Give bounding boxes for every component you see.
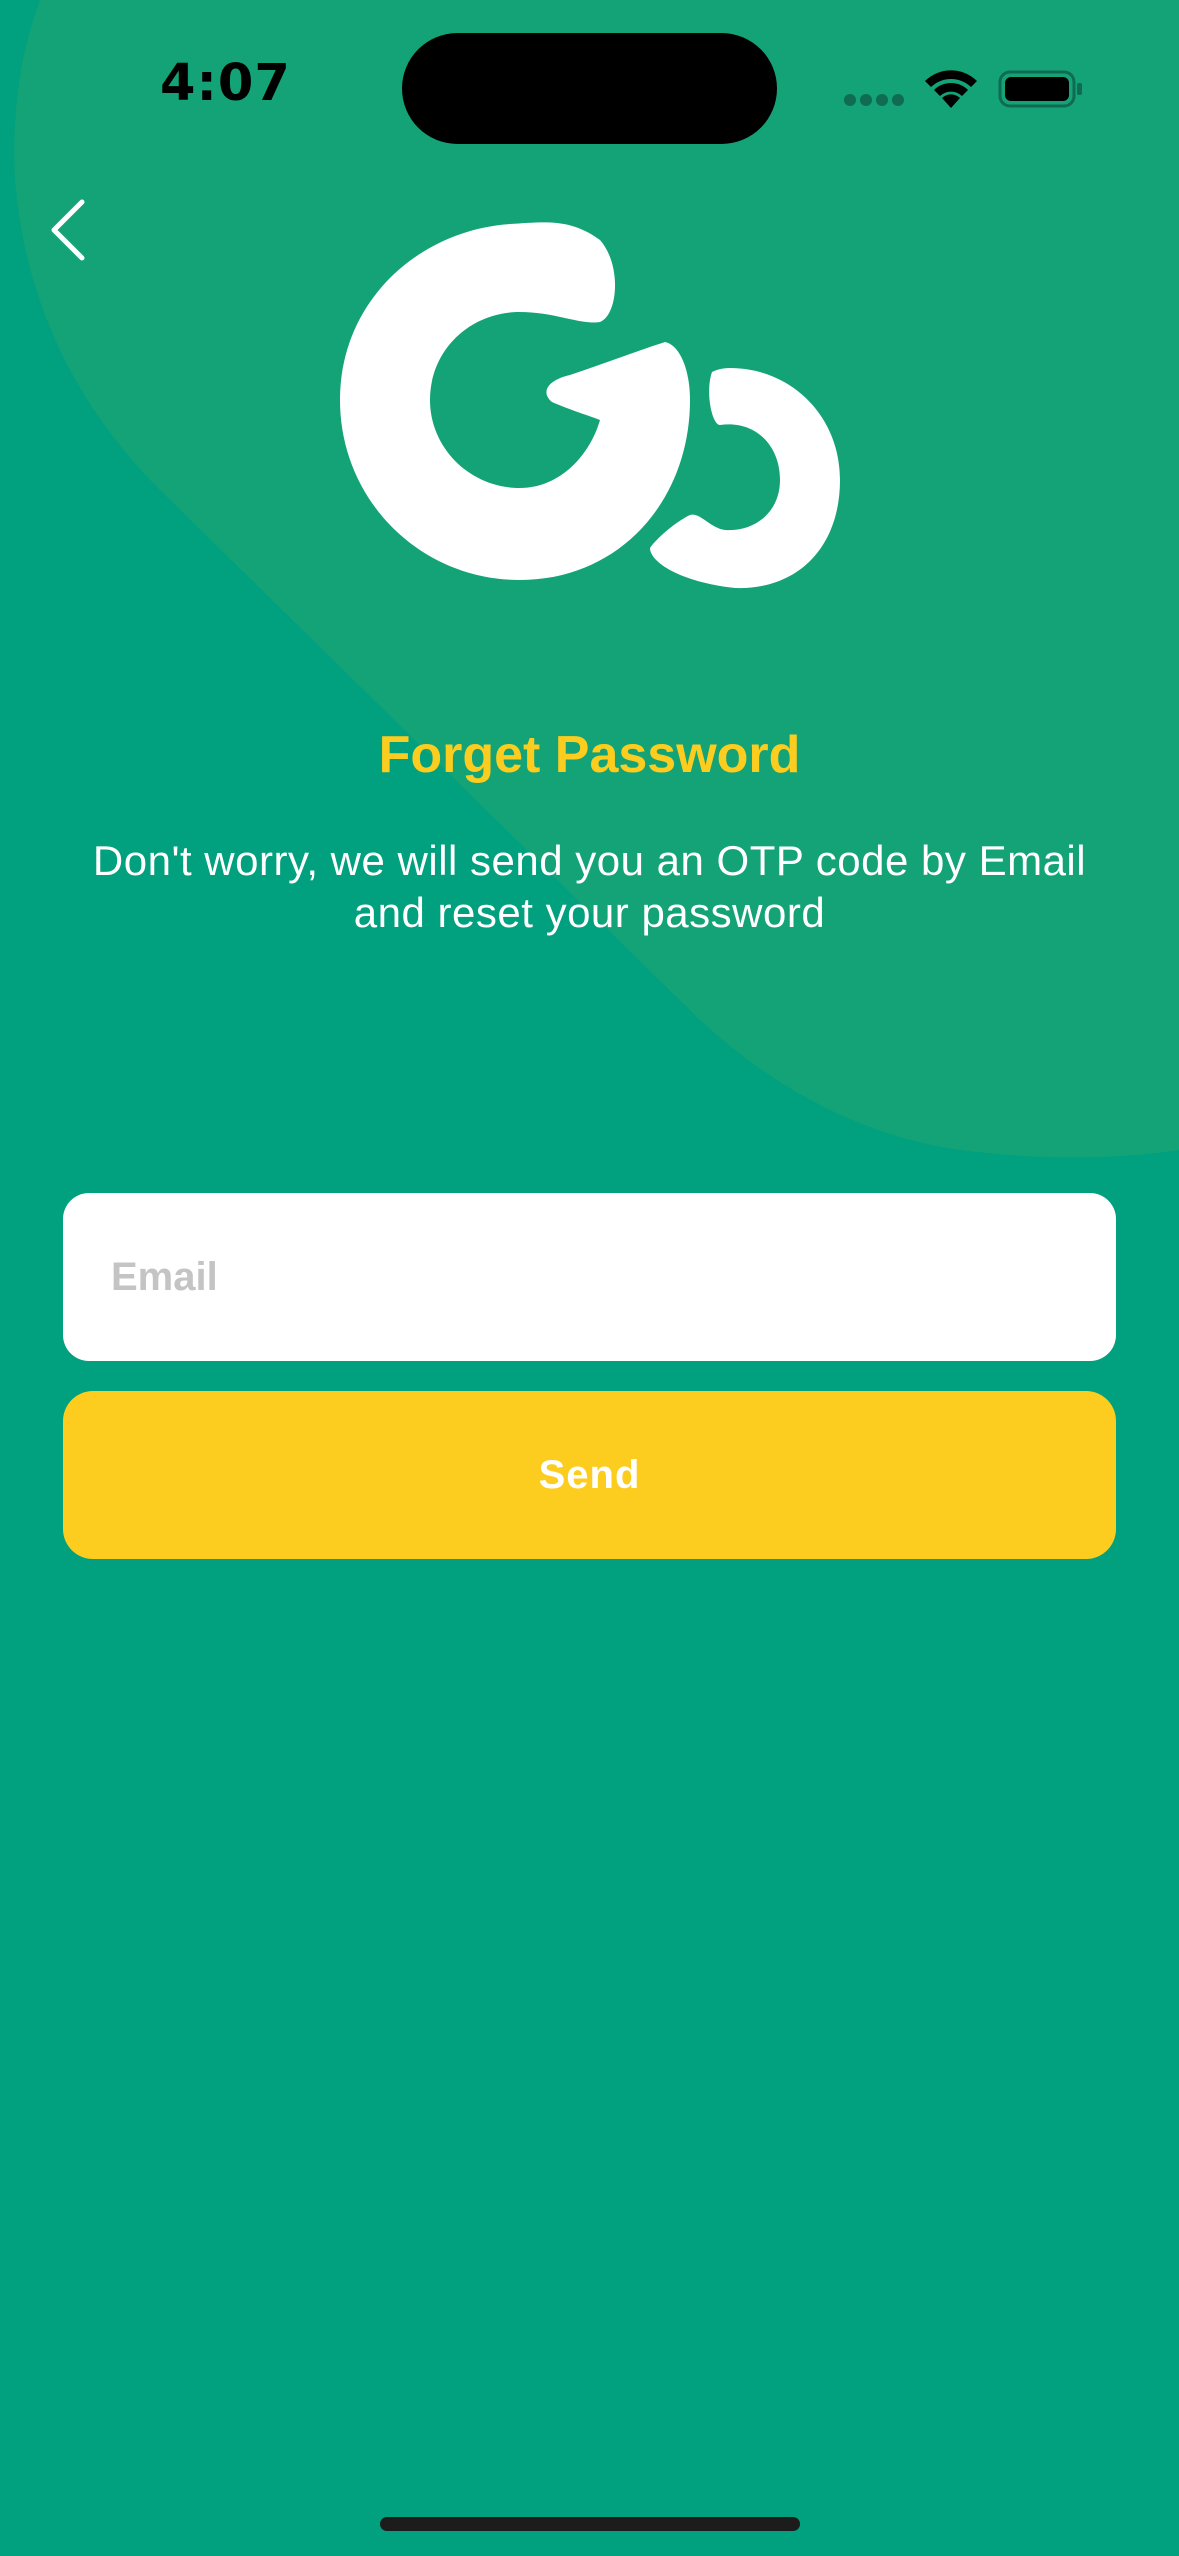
email-field[interactable] — [63, 1193, 1116, 1361]
subtitle-line: and reset your password — [353, 889, 826, 936]
dynamic-island — [402, 33, 777, 144]
battery-icon — [998, 70, 1082, 108]
email-input[interactable] — [109, 1253, 1116, 1301]
go-logo-icon — [340, 222, 840, 589]
cellular-signal-icon — [844, 94, 904, 106]
send-button[interactable]: Send — [63, 1391, 1116, 1559]
status-time: 4:07 — [160, 54, 291, 113]
chevron-left-icon — [51, 199, 85, 261]
back-button[interactable] — [40, 190, 100, 270]
page-title: Forget Password — [378, 726, 801, 784]
wifi-icon — [925, 70, 977, 108]
status-bar: 4:07 — [0, 0, 1179, 180]
subtitle-line: Don't worry, we will send you an OTP cod… — [92, 837, 1087, 884]
page-subtitle: Don't worry, we will send you an OTP cod… — [30, 835, 1149, 939]
home-indicator[interactable] — [380, 2517, 800, 2531]
